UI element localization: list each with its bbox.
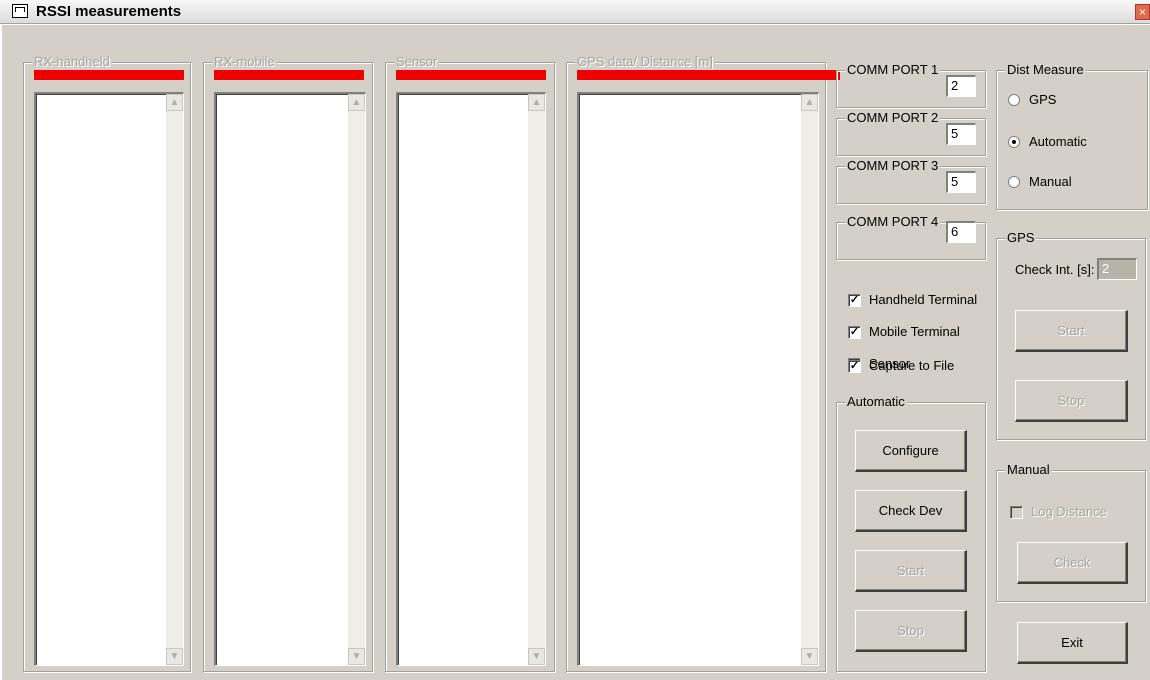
- check-dev-button[interactable]: Check Dev: [855, 490, 967, 532]
- scroll-up-icon[interactable]: ▲: [166, 94, 183, 111]
- scroll-down-icon[interactable]: ▼: [528, 648, 545, 665]
- rx-mobile-label: RX-mobile: [212, 54, 277, 69]
- dist-measure-label: Dist Measure: [1005, 62, 1086, 77]
- automatic-radio-label: Automatic: [1029, 134, 1087, 149]
- comm-port-2-label: COMM PORT 2: [845, 110, 941, 125]
- rx-handheld-scrollbar[interactable]: ▲ ▼: [166, 94, 183, 665]
- comm-port-1-label: COMM PORT 1: [845, 62, 941, 77]
- scroll-up-icon[interactable]: ▲: [348, 94, 365, 111]
- gps-data-scrollbar[interactable]: ▲ ▼: [801, 94, 818, 665]
- log-distance-label: Log Distance: [1031, 504, 1107, 519]
- rx-handheld-list[interactable]: ▲ ▼: [34, 92, 184, 666]
- exit-button[interactable]: Exit: [1017, 622, 1128, 664]
- gps-start-button[interactable]: Start: [1015, 310, 1128, 352]
- mobile-terminal-checkbox[interactable]: ✓: [848, 326, 861, 339]
- manual-check-button-label: Check: [1053, 555, 1091, 570]
- automatic-start-button-label: Start: [896, 563, 925, 578]
- gps-data-signal-bar: [577, 70, 840, 80]
- sensor-list[interactable]: ▲ ▼: [396, 92, 546, 666]
- manual-check-button[interactable]: Check: [1017, 542, 1128, 584]
- rx-mobile-scrollbar[interactable]: ▲ ▼: [348, 94, 365, 665]
- handheld-terminal-label: Handheld Terminal: [869, 292, 978, 307]
- comm-port-3-label: COMM PORT 3: [845, 158, 941, 173]
- configure-button-label: Configure: [882, 443, 939, 458]
- scroll-down-icon[interactable]: ▼: [801, 648, 818, 665]
- comm-port-4-label: COMM PORT 4: [845, 214, 941, 229]
- rx-handheld-label: RX-handheld: [32, 54, 112, 69]
- gps-stop-button-label: Stop: [1057, 393, 1085, 408]
- configure-button[interactable]: Configure: [855, 430, 967, 472]
- gps-group-label: GPS: [1005, 230, 1037, 245]
- automatic-start-button[interactable]: Start: [855, 550, 967, 592]
- scroll-down-icon[interactable]: ▼: [348, 648, 365, 665]
- capture-to-file-label: Capture to File: [869, 358, 955, 373]
- rx-handheld-signal-bar: [34, 70, 184, 80]
- comm-port-3-input[interactable]: 5: [946, 171, 976, 193]
- manual-radio[interactable]: [1008, 176, 1020, 188]
- rx-mobile-list[interactable]: ▲ ▼: [214, 92, 366, 666]
- automatic-radio[interactable]: [1008, 136, 1020, 148]
- sensor-label: Sensor: [394, 54, 440, 69]
- sensor-scrollbar[interactable]: ▲ ▼: [528, 94, 545, 665]
- check-dev-button-label: Check Dev: [878, 503, 943, 518]
- comm-port-4-input[interactable]: 6: [946, 221, 976, 243]
- check-interval-label: Check Int. [s]:: [1015, 262, 1095, 277]
- gps-data-label: GPS data/ Distance [m]: [575, 54, 715, 69]
- gps-radio-label: GPS: [1029, 92, 1057, 107]
- mobile-terminal-label: Mobile Terminal: [869, 324, 960, 339]
- handheld-terminal-checkbox[interactable]: ✓: [848, 294, 861, 307]
- automatic-label: Automatic: [845, 394, 907, 409]
- check-interval-input[interactable]: 2: [1097, 258, 1137, 280]
- manual-radio-label: Manual: [1029, 174, 1072, 189]
- manual-group-label: Manual: [1005, 462, 1052, 477]
- window-title: RSSI measurements: [36, 3, 182, 20]
- exit-button-label: Exit: [1061, 635, 1083, 650]
- window-icon: [12, 4, 28, 18]
- scroll-up-icon[interactable]: ▲: [801, 94, 818, 111]
- automatic-stop-button[interactable]: Stop: [855, 610, 967, 652]
- scroll-up-icon[interactable]: ▲: [528, 94, 545, 111]
- rx-mobile-signal-bar: [214, 70, 364, 80]
- gps-start-button-label: Start: [1057, 323, 1085, 338]
- automatic-stop-button-label: Stop: [897, 623, 924, 638]
- log-distance-checkbox[interactable]: [1010, 506, 1023, 519]
- gps-data-list[interactable]: ▲ ▼: [577, 92, 819, 666]
- gps-stop-button[interactable]: Stop: [1015, 380, 1128, 422]
- capture-to-file-checkbox-visible[interactable]: ✓: [848, 360, 861, 373]
- scroll-down-icon[interactable]: ▼: [166, 648, 183, 665]
- close-button[interactable]: ×: [1135, 4, 1150, 20]
- gps-radio[interactable]: [1008, 94, 1020, 106]
- comm-port-2-input[interactable]: 5: [946, 123, 976, 145]
- sensor-signal-bar: [396, 70, 546, 80]
- comm-port-1-input[interactable]: 2: [946, 75, 976, 97]
